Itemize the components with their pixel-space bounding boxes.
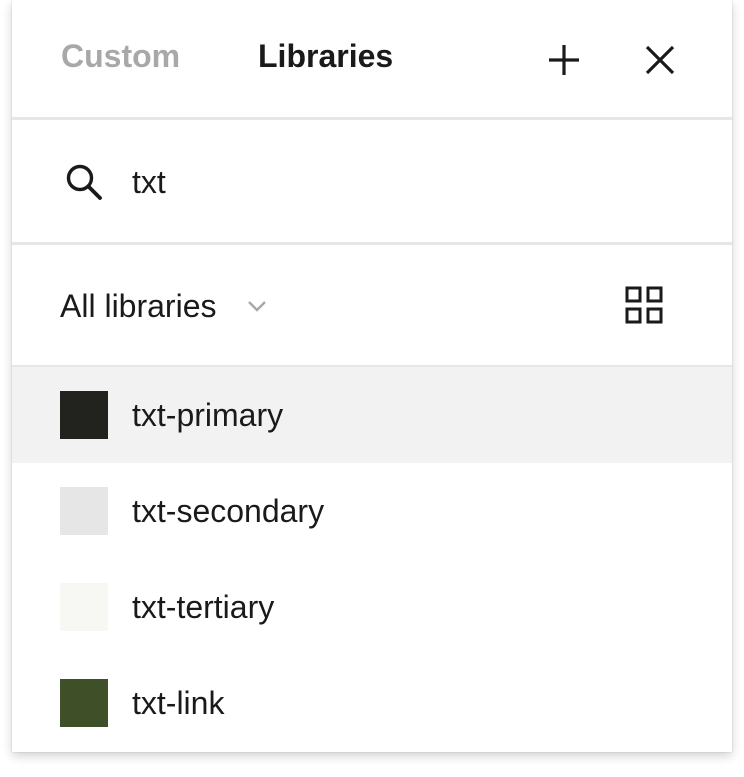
- list-item-label: txt-primary: [132, 396, 284, 433]
- list-item[interactable]: txt-link: [12, 655, 732, 751]
- color-swatch: [60, 487, 108, 535]
- search-bar: [12, 120, 732, 245]
- tab-libraries[interactable]: Libraries: [258, 38, 393, 75]
- list-item[interactable]: txt-tertiary: [12, 559, 732, 655]
- library-picker-panel: Custom Libraries All libraries: [12, 0, 732, 752]
- list-item[interactable]: txt-primary: [12, 367, 732, 463]
- search-icon: [66, 164, 102, 200]
- list-item[interactable]: txt-secondary: [12, 463, 732, 559]
- color-style-list: txt-primary txt-secondary txt-tertiary t…: [12, 367, 732, 751]
- library-select-label: All libraries: [60, 287, 217, 324]
- list-item-label: txt-tertiary: [132, 588, 275, 625]
- color-swatch: [60, 583, 108, 631]
- close-icon: [645, 45, 675, 75]
- list-item-label: txt-link: [132, 684, 225, 721]
- grid-view-button[interactable]: [620, 281, 668, 329]
- add-button[interactable]: [540, 36, 588, 84]
- panel-header: Custom Libraries: [12, 0, 732, 120]
- color-swatch: [60, 391, 108, 439]
- tab-custom[interactable]: Custom: [61, 38, 180, 75]
- search-input[interactable]: [132, 158, 652, 206]
- library-select[interactable]: All libraries: [60, 281, 270, 331]
- list-item-label: txt-secondary: [132, 492, 325, 529]
- chevron-down-icon: [246, 294, 270, 318]
- color-swatch: [60, 679, 108, 727]
- close-button[interactable]: [636, 36, 684, 84]
- filter-bar: All libraries: [12, 245, 732, 367]
- plus-icon: [549, 45, 579, 75]
- grid-view-icon: [625, 286, 663, 324]
